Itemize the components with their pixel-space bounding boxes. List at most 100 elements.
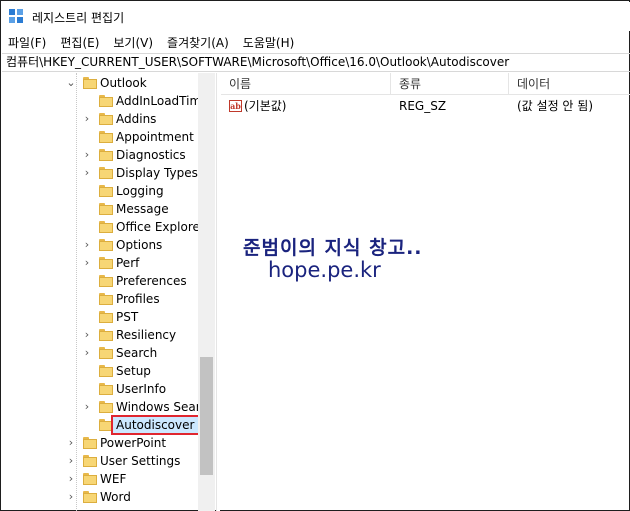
value-data: (값 설정 안 됨): [517, 99, 594, 113]
tree-item-user-settings[interactable]: › User Settings: [2, 452, 202, 470]
folder-icon: [99, 221, 113, 233]
tree-item-powerpoint[interactable]: › PowerPoint: [2, 434, 202, 452]
tree-item-windows-search[interactable]: › Windows Search: [2, 398, 215, 416]
tree-item-perf[interactable]: › Perf: [2, 254, 202, 272]
folder-icon: [99, 401, 113, 413]
tree-item-label: Display Types: [116, 166, 198, 180]
folder-icon: [99, 167, 113, 179]
chevron-right-icon[interactable]: ›: [81, 328, 93, 342]
chevron-right-icon[interactable]: ›: [81, 166, 93, 180]
chevron-right-icon[interactable]: ›: [81, 346, 93, 360]
registry-editor-window: 레지스트리 편집기 파일(F) 편집(E) 보기(V) 즐겨찾기(A) 도움말(…: [0, 0, 630, 511]
folder-icon: [99, 383, 113, 395]
list-header: 이름 종류 데이터: [221, 73, 630, 95]
tree-item-diagnostics[interactable]: › Diagnostics: [2, 146, 202, 164]
tree-item-preferences[interactable]: Preferences: [2, 272, 202, 290]
watermark-url: hope.pe.kr: [268, 258, 381, 282]
tree-scrollbar[interactable]: [198, 73, 215, 511]
menu-bar: 파일(F) 편집(E) 보기(V) 즐겨찾기(A) 도움말(H): [2, 32, 630, 52]
key-tree[interactable]: ⌄ Outlook AddInLoadTimes › Addins Appointment…: [2, 73, 215, 511]
folder-icon: [99, 347, 113, 359]
tree-item-logging[interactable]: Logging: [2, 182, 202, 200]
address-bar[interactable]: 컴퓨터\HKEY_CURRENT_USER\SOFTWARE\Microsoft…: [2, 53, 630, 72]
folder-icon: [99, 293, 113, 305]
registry-editor-icon: [9, 9, 25, 25]
tree-item-search[interactable]: › Search: [2, 344, 202, 362]
string-value-icon: ab: [229, 100, 242, 112]
folder-icon: [99, 131, 113, 143]
pane-splitter[interactable]: [216, 73, 220, 511]
chevron-right-icon[interactable]: ›: [65, 472, 77, 486]
tree-item-wef[interactable]: › WEF: [2, 470, 202, 488]
tree-item-label: WEF: [100, 472, 127, 486]
tree-item-label: Office Explorer: [116, 220, 205, 234]
tree-item-label: Appointment: [116, 130, 194, 144]
menu-help[interactable]: 도움말(H): [243, 33, 295, 52]
tree-item-label: Preferences: [116, 274, 187, 288]
folder-icon: [99, 113, 113, 125]
folder-icon: [83, 491, 97, 503]
folder-icon: [99, 311, 113, 323]
folder-icon: [99, 329, 113, 341]
menu-view[interactable]: 보기(V): [113, 33, 153, 52]
tree-item-label: PowerPoint: [100, 436, 167, 450]
folder-icon: [99, 275, 113, 287]
folder-icon: [99, 185, 113, 197]
tree-item-appointment[interactable]: Appointment: [2, 128, 202, 146]
tree-item-office-explorer[interactable]: Office Explorer: [2, 218, 205, 236]
tree-item-resiliency[interactable]: › Resiliency: [2, 326, 202, 344]
menu-edit[interactable]: 편집(E): [60, 33, 99, 52]
tree-item-options[interactable]: › Options: [2, 236, 202, 254]
chevron-right-icon[interactable]: ›: [81, 112, 93, 126]
tree-item-label: Profiles: [116, 292, 160, 306]
tree-item-userinfo[interactable]: UserInfo: [2, 380, 202, 398]
tree-item-autodiscover[interactable]: Autodiscover: [2, 415, 202, 435]
tree-item-label: Diagnostics: [116, 148, 186, 162]
folder-icon: [99, 203, 113, 215]
tree-item-label: UserInfo: [116, 382, 167, 396]
folder-icon: [99, 365, 113, 377]
chevron-right-icon[interactable]: ›: [65, 490, 77, 504]
value-row[interactable]: ab (기본값) REG_SZ (값 설정 안 됨): [221, 97, 630, 115]
folder-icon: [83, 77, 97, 89]
tree-item-label: Addins: [116, 112, 157, 126]
column-header-data[interactable]: 데이터: [509, 73, 630, 95]
value-type: REG_SZ: [399, 99, 447, 113]
column-header-type[interactable]: 종류: [391, 73, 509, 95]
window-title: 레지스트리 편집기: [32, 11, 125, 25]
tree-item-outlook[interactable]: ⌄ Outlook: [2, 74, 202, 92]
tree-item-pst[interactable]: PST: [2, 308, 202, 326]
watermark-text: 준범이의 지식 창고..: [243, 237, 423, 259]
chevron-right-icon[interactable]: ›: [81, 238, 93, 252]
chevron-right-icon[interactable]: ›: [81, 148, 93, 162]
tree-item-message[interactable]: Message: [2, 200, 202, 218]
value-list: 이름 종류 데이터 ab (기본값) REG_SZ (값 설정 안 됨) 준범이…: [221, 73, 630, 511]
chevron-down-icon[interactable]: ⌄: [65, 76, 77, 90]
folder-icon: [99, 149, 113, 161]
tree-item-profiles[interactable]: Profiles: [2, 290, 202, 308]
menu-file[interactable]: 파일(F): [8, 33, 46, 52]
tree-item-label: Perf: [116, 256, 140, 270]
tree-item-label: User Settings: [100, 454, 181, 468]
tree-item-label: Resiliency: [116, 328, 177, 342]
folder-icon: [99, 257, 113, 269]
scrollbar-thumb[interactable]: [200, 357, 213, 475]
tree-item-setup[interactable]: Setup: [2, 362, 202, 380]
menu-favorites[interactable]: 즐겨찾기(A): [167, 33, 229, 52]
tree-item-label: PST: [116, 310, 139, 324]
chevron-right-icon[interactable]: ›: [81, 400, 93, 414]
folder-icon: [83, 455, 97, 467]
tree-item-label: Message: [116, 202, 169, 216]
chevron-right-icon[interactable]: ›: [65, 454, 77, 468]
tree-item-label: Setup: [116, 364, 151, 378]
title-bar: 레지스트리 편집기: [2, 2, 630, 31]
folder-icon: [83, 473, 97, 485]
tree-item-addins[interactable]: › Addins: [2, 110, 202, 128]
tree-item-word[interactable]: › Word: [2, 488, 202, 506]
column-header-name[interactable]: 이름: [221, 73, 391, 95]
tree-item-addinloadtimes[interactable]: AddInLoadTimes: [2, 92, 215, 110]
chevron-right-icon[interactable]: ›: [81, 256, 93, 270]
folder-icon: [99, 95, 113, 107]
chevron-right-icon[interactable]: ›: [65, 436, 77, 450]
tree-item-display-types[interactable]: › Display Types: [2, 164, 202, 182]
